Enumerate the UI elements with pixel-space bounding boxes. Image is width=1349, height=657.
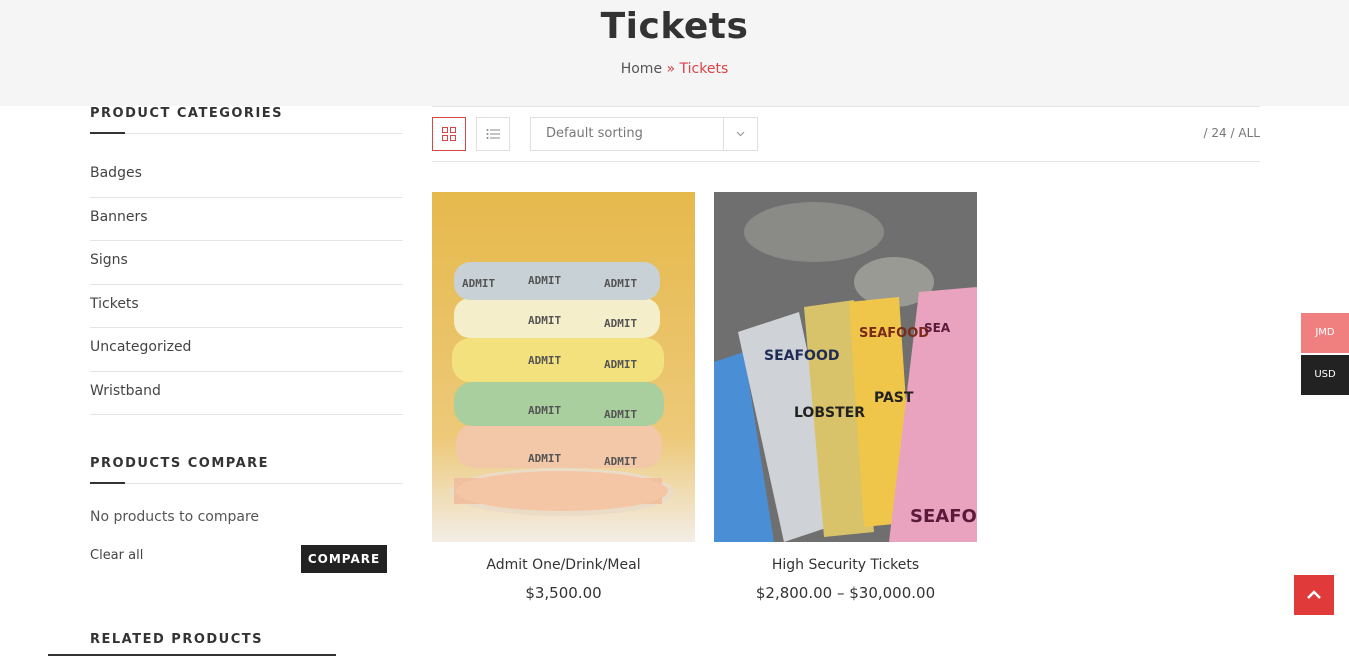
svg-text:SEAFOOD: SEAFOOD bbox=[859, 326, 929, 341]
svg-text:SEAFOO: SEAFOO bbox=[910, 506, 977, 527]
page-header: Tickets Home » Tickets bbox=[0, 0, 1349, 106]
svg-text:ADMIT: ADMIT bbox=[528, 404, 561, 417]
product-image[interactable]: SEAFOOD SEAFOOD SEA LOBSTER PAST SEAFOO bbox=[714, 192, 977, 542]
page-title: Tickets bbox=[600, 6, 749, 47]
divider bbox=[48, 654, 336, 656]
product-name[interactable]: High Security Tickets bbox=[714, 557, 977, 573]
clear-all-link[interactable]: Clear all bbox=[90, 548, 143, 563]
svg-text:ADMIT: ADMIT bbox=[528, 452, 561, 465]
product-name[interactable]: Admit One/Drink/Meal bbox=[432, 557, 695, 573]
toolbar-divider-top bbox=[432, 106, 1260, 107]
svg-text:ADMIT: ADMIT bbox=[528, 274, 561, 287]
per-page-separator: / bbox=[1230, 126, 1235, 140]
category-item-signs[interactable]: Signs bbox=[90, 241, 403, 285]
grid-view-icon bbox=[442, 127, 456, 141]
categories-title: PRODUCT CATEGORIES bbox=[90, 106, 403, 134]
grid-view-button[interactable] bbox=[432, 117, 466, 151]
list-view-button[interactable] bbox=[476, 117, 510, 151]
per-page-24[interactable]: 24 bbox=[1211, 126, 1226, 140]
chevron-down-icon bbox=[723, 118, 757, 150]
currency-jmd-button[interactable]: JMD bbox=[1301, 313, 1349, 353]
currency-usd-button[interactable]: USD bbox=[1301, 355, 1349, 395]
product-card: SEAFOOD SEAFOOD SEA LOBSTER PAST SEAFOO … bbox=[714, 192, 977, 602]
breadcrumb-separator: » bbox=[666, 61, 676, 77]
sort-select[interactable]: Default sorting bbox=[530, 117, 758, 151]
chevron-up-icon bbox=[1307, 590, 1321, 599]
svg-text:ADMIT: ADMIT bbox=[604, 277, 637, 290]
svg-text:SEAFOOD: SEAFOOD bbox=[764, 348, 839, 364]
category-item-wristband[interactable]: Wristband bbox=[90, 372, 403, 415]
related-products-title: RELATED PRODUCTS bbox=[90, 632, 263, 647]
svg-text:ADMIT: ADMIT bbox=[528, 354, 561, 367]
per-page-all[interactable]: ALL bbox=[1238, 126, 1260, 140]
svg-text:ADMIT: ADMIT bbox=[604, 317, 637, 330]
svg-text:ADMIT: ADMIT bbox=[604, 358, 637, 371]
breadcrumb: Home » Tickets bbox=[0, 61, 1349, 77]
svg-text:ADMIT: ADMIT bbox=[462, 277, 495, 290]
category-item-badges[interactable]: Badges bbox=[90, 154, 403, 198]
sidebar: PRODUCT CATEGORIES Badges Banners Signs … bbox=[90, 106, 403, 415]
category-list: Badges Banners Signs Tickets Uncategoriz… bbox=[90, 154, 403, 415]
compare-button[interactable]: COMPARE bbox=[301, 545, 387, 573]
breadcrumb-current: Tickets bbox=[679, 61, 729, 77]
svg-text:ADMIT: ADMIT bbox=[604, 455, 637, 468]
svg-text:SEA: SEA bbox=[924, 321, 951, 335]
category-item-tickets[interactable]: Tickets bbox=[90, 285, 403, 328]
product-price: $3,500.00 bbox=[525, 584, 602, 602]
per-page-selector: / 24 / ALL bbox=[1204, 126, 1260, 140]
svg-text:ADMIT: ADMIT bbox=[528, 314, 561, 327]
compare-title: PRODUCTS COMPARE bbox=[90, 456, 403, 484]
category-item-banners[interactable]: Banners bbox=[90, 198, 403, 241]
svg-text:ADMIT: ADMIT bbox=[604, 408, 637, 421]
product-image[interactable]: ADMIT ADMIT ADMIT ADMIT ADMIT ADMIT ADMIT AD… bbox=[432, 192, 695, 542]
toolbar-divider-bottom bbox=[432, 161, 1260, 162]
scroll-to-top-button[interactable] bbox=[1294, 575, 1334, 615]
no-compare-text: No products to compare bbox=[90, 509, 260, 525]
category-item-uncategorized[interactable]: Uncategorized bbox=[90, 328, 403, 372]
sort-select-value: Default sorting bbox=[546, 126, 643, 141]
product-price: $2,800.00 – $30,000.00 bbox=[755, 584, 936, 602]
svg-text:LOBSTER: LOBSTER bbox=[794, 405, 865, 421]
product-card: ADMIT ADMIT ADMIT ADMIT ADMIT ADMIT ADMIT AD… bbox=[432, 192, 695, 602]
list-view-icon bbox=[486, 129, 500, 139]
breadcrumb-home[interactable]: Home bbox=[621, 61, 662, 77]
svg-text:PAST: PAST bbox=[874, 390, 914, 406]
per-page-separator: / bbox=[1203, 126, 1208, 140]
